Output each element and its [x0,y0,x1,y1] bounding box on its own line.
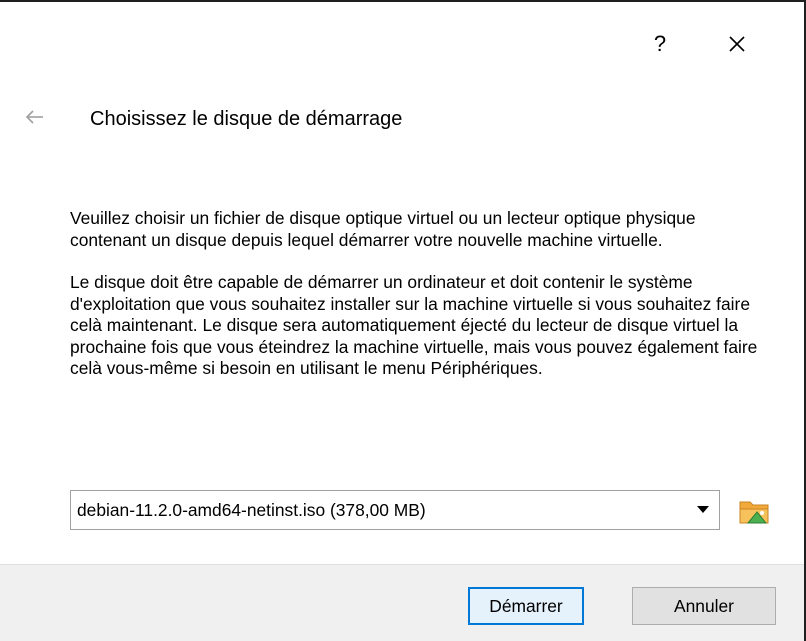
back-arrow-icon [25,110,43,124]
close-button[interactable] [714,24,760,64]
disk-combobox-value: debian-11.2.0-amd64-netinst.iso (378,00 … [77,499,426,520]
description-paragraph-2: Le disque doit être capable de démarrer … [70,272,758,378]
button-bar: Démarrer Annuler [0,564,804,641]
help-button[interactable]: ? [640,24,680,64]
title-bar: ? [0,2,804,78]
close-icon [729,36,745,52]
back-button[interactable] [22,104,48,130]
description-paragraph-1: Veuillez choisir un fichier de disque op… [70,208,696,250]
dialog-window: ? Choisissez le disque de démarrage Veui… [0,0,806,641]
start-button[interactable]: Démarrer [468,587,584,625]
disk-selector-row: debian-11.2.0-amd64-netinst.iso (378,00 … [70,490,790,530]
help-label: ? [653,31,667,56]
chevron-down-icon [697,506,709,513]
disk-combobox[interactable]: debian-11.2.0-amd64-netinst.iso (378,00 … [70,490,720,530]
folder-open-icon [739,501,769,524]
choose-disk-file-button[interactable] [738,496,772,526]
wizard-header: Choisissez le disque de démarrage [0,98,804,148]
cancel-button[interactable]: Annuler [632,587,776,625]
description: Veuillez choisir un fichier de disque op… [70,208,770,401]
page-title: Choisissez le disque de démarrage [90,108,403,130]
